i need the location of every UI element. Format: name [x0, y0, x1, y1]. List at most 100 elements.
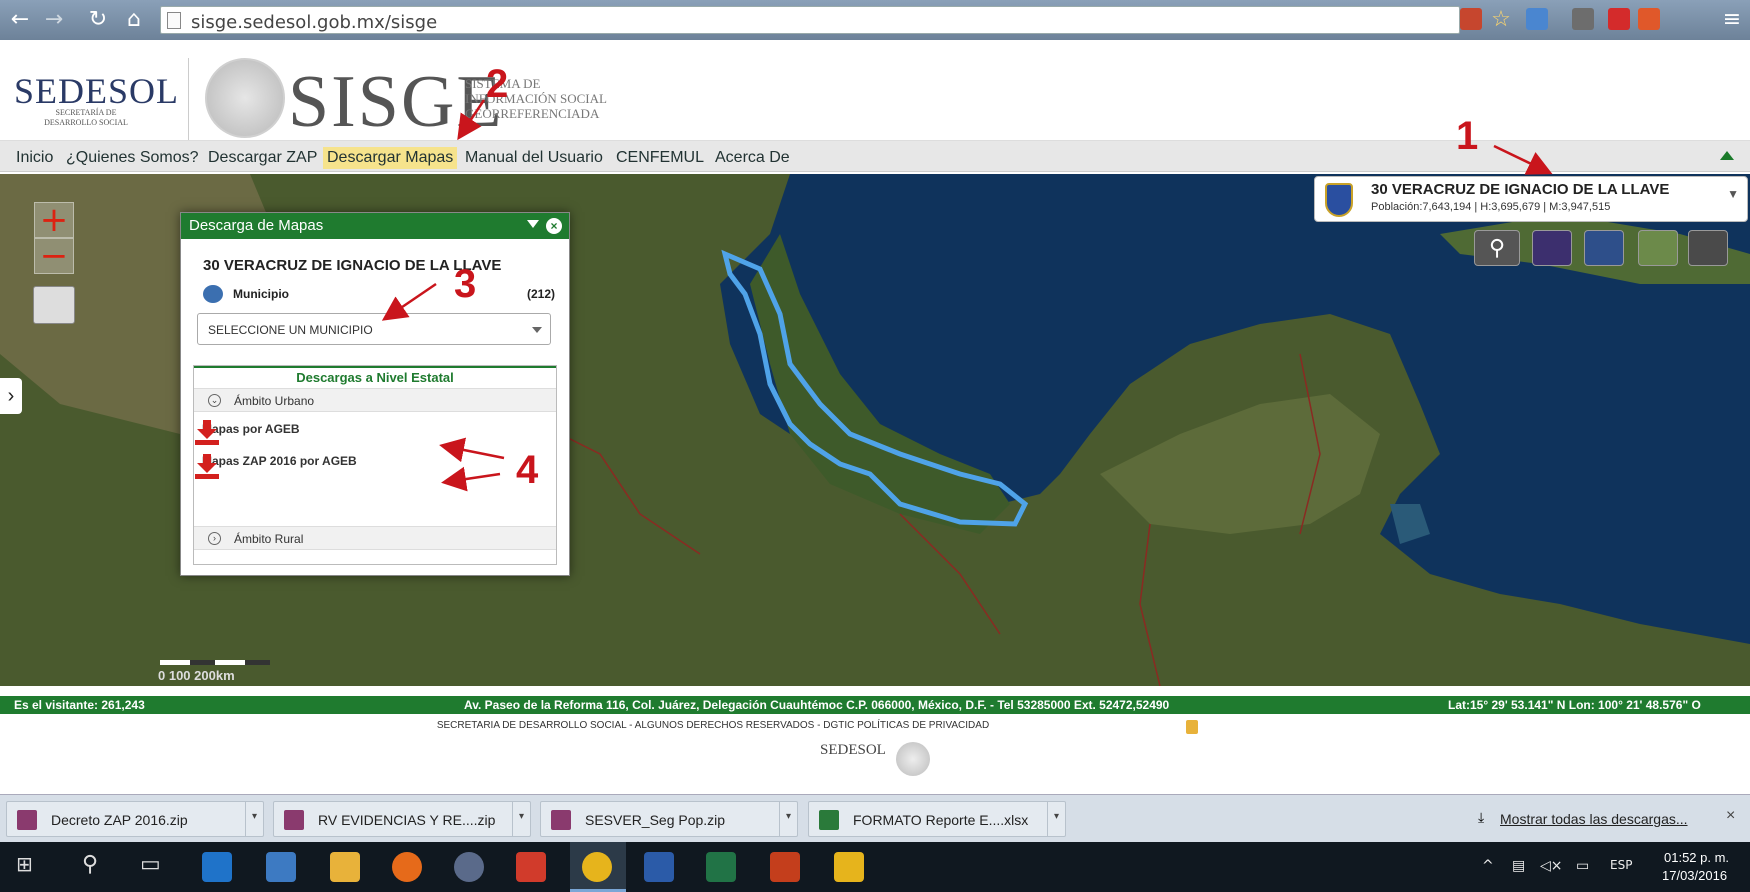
download-item[interactable]: Decreto ZAP 2016.zip ▾	[6, 801, 264, 837]
download-filename: FORMATO Reporte E....xlsx	[853, 812, 1029, 828]
download-filename: RV EVIDENCIAS Y RE....zip	[318, 812, 496, 828]
menu-item-quienes-somos[interactable]: ¿Quienes Somos?	[62, 147, 203, 169]
bookmark-star-icon[interactable]: ☆	[1490, 8, 1512, 30]
notifications-icon[interactable]: ▭	[1576, 858, 1589, 874]
excel-icon[interactable]	[706, 852, 736, 882]
app-icon[interactable]	[454, 852, 484, 882]
legend-tool-icon[interactable]	[1584, 230, 1624, 266]
menu-item-descargar-zap[interactable]: Descargar ZAP	[204, 147, 321, 169]
municipio-select[interactable]: SELECCIONE UN MUNICIPIO	[197, 313, 551, 345]
task-view-icon[interactable]: ▭	[140, 852, 161, 877]
reload-icon[interactable]: ↻	[84, 6, 112, 34]
excel-file-icon	[819, 810, 839, 830]
collapse-menu-icon[interactable]	[1720, 151, 1734, 160]
footer-sedesol-logo: SEDESOL	[820, 742, 886, 758]
windows-taskbar: ⊞ ⚲ ▭ ^ ▤ ◁× ▭ ESP 01:52 p. m. 17/03/201…	[0, 842, 1750, 892]
annotation-number: 2	[486, 62, 509, 106]
state-downloads-title: Descargas a Nivel Estatal	[194, 366, 556, 386]
address-bar[interactable]: sisge.sedesol.gob.mx/sisge	[160, 6, 1460, 34]
menu-item-acerca-de[interactable]: Acerca De	[711, 147, 794, 169]
rights-text[interactable]: SECRETARIA DE DESARROLLO SOCIAL - ALGUNO…	[0, 720, 1426, 731]
back-arrow-icon[interactable]: ←	[6, 6, 34, 34]
extension-icon[interactable]	[1638, 8, 1660, 30]
windows-start-icon[interactable]: ⊞	[16, 852, 33, 876]
download-arrow-icon: ⤓	[1478, 809, 1485, 825]
network-icon[interactable]: ▤	[1512, 858, 1525, 874]
tools-icon[interactable]	[1688, 230, 1728, 266]
clock-time[interactable]: 01:52 p. m.	[1664, 850, 1729, 865]
edge-icon[interactable]	[202, 852, 232, 882]
home-icon[interactable]: ⌂	[120, 6, 148, 34]
footer-seal-icon	[896, 742, 930, 776]
minimize-icon[interactable]	[527, 220, 539, 228]
calculator-icon[interactable]	[834, 852, 864, 882]
file-explorer-icon[interactable]	[330, 852, 360, 882]
collapse-icon: ⌄	[208, 394, 221, 407]
zoom-in-button[interactable]: +	[34, 202, 74, 238]
sedesol-subtitle: SECRETARÍA DE DESARROLLO SOCIAL	[44, 108, 128, 127]
map-layer-icon[interactable]	[33, 286, 75, 324]
word-icon[interactable]	[644, 852, 674, 882]
municipio-label: Municipio	[233, 287, 289, 301]
expand-sidebar-icon[interactable]: ›	[0, 378, 22, 414]
tray-chevron-icon[interactable]: ^	[1482, 858, 1494, 874]
chevron-down-icon[interactable]: ▾	[245, 802, 263, 836]
state-population: Población:7,643,194 | H:3,695,679 | M:3,…	[1371, 201, 1611, 213]
download-filename: Decreto ZAP 2016.zip	[51, 812, 188, 828]
municipio-select-value: SELECCIONE UN MUNICIPIO	[208, 323, 373, 337]
site-header: SEDESOL SECRETARÍA DE DESARROLLO SOCIAL …	[0, 40, 1750, 148]
panel-header: Descarga de Mapas ×	[181, 213, 569, 239]
download-icon[interactable]	[194, 418, 220, 446]
scale-bar	[160, 660, 270, 665]
annotation-number: 1	[1456, 114, 1479, 158]
menu-icon[interactable]: ≡	[1718, 6, 1746, 34]
zoom-out-button[interactable]: −	[34, 238, 74, 274]
menu-item-cenfemul[interactable]: CENFEMUL	[612, 147, 708, 169]
close-icon[interactable]: ×	[546, 218, 562, 234]
scale-label: 0 100 200km	[158, 668, 235, 683]
chevron-down-icon[interactable]: ▾	[512, 802, 530, 836]
layers-tool-icon[interactable]	[1638, 230, 1678, 266]
chrome-icon[interactable]	[582, 852, 612, 882]
forward-arrow-icon[interactable]: →	[40, 6, 68, 34]
zip-file-icon	[17, 810, 37, 830]
extension-icon[interactable]	[1572, 8, 1594, 30]
show-all-downloads-link[interactable]: Mostrar todas las descargas...	[1500, 811, 1688, 827]
sedesol-logo[interactable]: SEDESOL	[14, 70, 179, 112]
outlook-icon[interactable]	[266, 852, 296, 882]
search-icon: ⚲	[1488, 236, 1506, 261]
zip-file-icon	[284, 810, 304, 830]
chevron-down-icon[interactable]: ▾	[779, 802, 797, 836]
measure-tool-icon[interactable]	[1532, 230, 1572, 266]
menu-item-inicio[interactable]: Inicio	[12, 147, 57, 169]
panel-title: Descarga de Mapas	[189, 217, 324, 234]
visitor-count: Es el visitante: 261,243	[14, 698, 145, 712]
menu-item-manual-usuario[interactable]: Manual del Usuario	[461, 147, 607, 169]
page-icon	[167, 12, 181, 29]
search-tool-button[interactable]: ⚲	[1474, 230, 1520, 266]
powerpoint-icon[interactable]	[770, 852, 800, 882]
extension-icon[interactable]	[1460, 8, 1482, 30]
language-indicator[interactable]: ESP	[1610, 858, 1632, 872]
map-canvas[interactable]: + − › 0 100 200km 30 VERACRUZ DE IGNACIO…	[0, 174, 1750, 686]
menu-item-descargar-mapas[interactable]: Descargar Mapas	[323, 147, 458, 169]
annotation-number: 3	[454, 262, 477, 306]
clock-date[interactable]: 17/03/2016	[1662, 868, 1727, 883]
chevron-down-icon[interactable]: ▼	[1727, 187, 1739, 201]
section-urbano[interactable]: ⌄ Ámbito Urbano	[194, 388, 556, 412]
download-item[interactable]: SESVER_Seg Pop.zip ▾	[540, 801, 798, 837]
state-selector[interactable]: 30 VERACRUZ DE IGNACIO DE LA LLAVE Pobla…	[1314, 176, 1748, 222]
chevron-down-icon[interactable]: ▾	[1047, 802, 1065, 836]
pdf-app-icon[interactable]	[516, 852, 546, 882]
close-icon[interactable]: ×	[1726, 807, 1735, 825]
search-icon[interactable]: ⚲	[82, 852, 98, 877]
section-rural[interactable]: › Ámbito Rural	[194, 526, 556, 550]
translate-icon[interactable]	[1526, 8, 1548, 30]
sisge-subtitle-line: GEORREFERENCIADA	[465, 106, 600, 121]
volume-icon[interactable]: ◁×	[1540, 858, 1563, 874]
download-item[interactable]: RV EVIDENCIAS Y RE....zip ▾	[273, 801, 531, 837]
download-item[interactable]: FORMATO Reporte E....xlsx ▾	[808, 801, 1066, 837]
download-icon[interactable]	[194, 452, 220, 480]
firefox-icon[interactable]	[392, 852, 422, 882]
adobe-icon[interactable]	[1608, 8, 1630, 30]
